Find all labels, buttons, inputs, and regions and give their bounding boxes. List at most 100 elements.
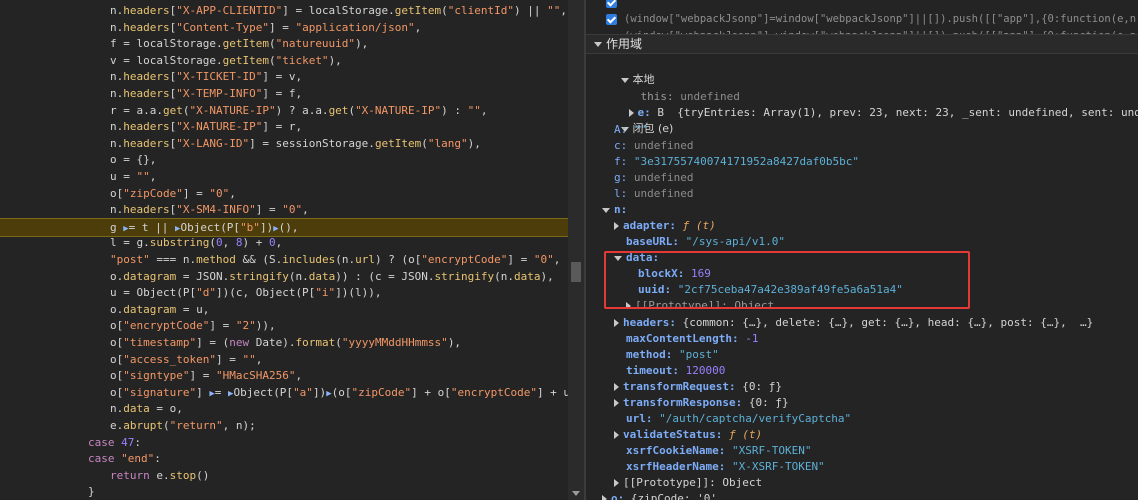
code-line[interactable]: o.datagram = u, [0,301,568,318]
code-line[interactable]: n.headers["X-NATURE-IP"] = r, [0,118,568,135]
prop-validateStatus[interactable]: validateStatus: ƒ (t) [614,427,762,443]
prop-xsrfHeaderName: xsrfHeaderName: "X-XSRF-TOKEN" [626,460,825,473]
code-line[interactable]: o["zipCode"] = "0", [0,185,568,202]
expand-arrow-icon[interactable] [614,222,619,230]
code-text: v = localStorage.getItem("ticket"), [110,53,342,67]
scope-var-e[interactable]: e: B {tryEntries: Array(1), prev: 23, ne… [602,89,1138,119]
prop-maxContentLength: maxContentLength: -1 [626,332,759,345]
source-code-pane[interactable]: n.headers["X-APP-CLIENTID"] = localStora… [0,0,568,500]
code-line[interactable]: o["signtype"] = "HMacSHA256", [0,367,568,384]
breakpoint-checkbox[interactable] [606,0,617,8]
scope-var-l: l: undefined [614,187,694,200]
code-vertical-scrollbar[interactable] [568,0,584,500]
code-line[interactable]: o.datagram = JSON.stringify(n.data)) : (… [0,268,568,285]
code-line[interactable]: n.headers["Content-Type"] = "application… [0,19,568,36]
breakpoint-checkbox[interactable] [606,14,617,25]
code-line[interactable]: return e.stop() [0,467,568,484]
code-text: o.datagram = u, [110,302,210,316]
prop-method: method: "post" [626,348,719,361]
code-line[interactable]: n.headers["X-TEMP-INFO"] = f, [0,85,568,102]
code-line[interactable]: r = a.a.get("X-NATURE-IP") ? a.a.get("X-… [0,102,568,119]
code-text: o.datagram = JSON.stringify(n.data)) : (… [110,269,554,283]
code-text: o["signtype"] = "HMacSHA256", [110,369,303,383]
code-text: f = localStorage.getItem("natureuuid"), [110,37,369,51]
code-line[interactable]: n.headers["X-APP-CLIENTID"] = localStora… [0,2,568,19]
code-line[interactable]: o["access_token"] = "", [0,351,568,368]
code-line[interactable]: } [0,483,568,500]
prop-headers[interactable]: headers: {common: {…}, delete: {…}, get:… [614,315,1093,331]
expand-arrow-icon[interactable] [614,319,619,327]
code-text: n.headers["X-NATURE-IP"] = r, [110,120,303,134]
code-line[interactable]: o = {}, [0,151,568,168]
scrollbar-thumb[interactable] [571,262,581,282]
scope-var-o[interactable]: o: {zipCode: '0', [602,491,724,500]
code-line[interactable]: case 47: [0,434,568,451]
annotation-highlight-box [604,251,970,309]
code-line[interactable]: n.headers["X-TICKET-ID"] = v, [0,68,568,85]
code-text: o["access_token"] = "", [110,352,263,366]
scope-local-header[interactable]: 本地 [594,56,655,86]
code-line[interactable]: case "end": [0,450,568,467]
code-text: n.headers["X-TEMP-INFO"] = f, [110,87,303,100]
prop-transformResponse[interactable]: transformResponse: {0: ƒ} [614,395,789,411]
code-line[interactable]: u = "", [0,168,568,185]
code-text: l = g.substring(0, 8) + 0, [110,236,283,250]
code-line[interactable]: o["encryptCode"] = "2")), [0,317,568,334]
scope-var-A: A: "" [614,123,648,136]
code-line[interactable]: n.headers["X-LANG-ID"] = sessionStorage.… [0,135,568,152]
expand-arrow-icon[interactable] [614,431,619,439]
scope-var-g: g: undefined [614,171,694,184]
prop-transformRequest[interactable]: transformRequest: {0: ƒ} [614,379,782,395]
expand-arrow-icon[interactable] [614,399,619,407]
scope-title: 作用域 [606,37,643,51]
scope-var-this: this: undefined [640,90,740,103]
code-text: n.headers["Content-Type"] = "application… [110,20,422,34]
code-text: o["zipCode"] = "0", [110,186,236,200]
prop-url: url: "/auth/captcha/verifyCaptcha" [626,412,852,425]
code-text: n.headers["X-APP-CLIENTID"] = localStora… [110,4,568,17]
code-text: u = "", [110,170,157,183]
breakpoint-row[interactable]: (window["webpackJsonp"]=window["webpackJ… [586,11,1138,42]
expand-arrow-icon[interactable] [602,495,607,500]
expand-arrow-icon[interactable] [614,383,619,391]
code-line[interactable]: o["timestamp"] = (new Date).format("yyyy… [0,334,568,351]
scroll-down-arrow-icon[interactable] [572,491,580,496]
prop-baseURL: baseURL: "/sys-api/v1.0" [626,235,785,248]
code-text: return e.stop() [110,468,210,482]
prop-n-prototype[interactable]: [[Prototype]]: Object [614,475,762,491]
code-text: o = {}, [110,153,157,167]
scope-closure-header[interactable]: 闭包 (e) [594,105,673,135]
code-line[interactable]: n.headers["X-SM4-INFO"] = "0", [0,201,568,218]
code-line[interactable]: n.data = o, [0,400,568,417]
prop-adapter[interactable]: adapter: ƒ (t) [614,218,716,234]
scope-var-f: f: "3e31755740074171952a8427daf0b5bc" [614,155,860,168]
prop-timeout: timeout: 120000 [626,364,726,377]
scope-var-c: c: undefined [614,139,694,152]
code-text: n.headers["X-TICKET-ID"] = v, [110,70,303,84]
code-line[interactable]: f = localStorage.getItem("natureuuid"), [0,35,568,52]
code-text: n.headers["X-LANG-ID"] = sessionStorage.… [110,136,481,150]
code-text: case "end": [88,452,161,466]
code-text: u = Object(P["d"])(c, Object(P["i"])(l))… [110,286,382,300]
expand-arrow-icon[interactable] [602,207,610,213]
code-line[interactable]: o["signature"] ▶= ▶Object(P["a"])▶(o["zi… [0,384,568,401]
code-text: n.data = o, [110,402,183,416]
code-line[interactable]: u = Object(P["d"])(c, Object(P["i"])(l))… [0,284,568,301]
code-line[interactable]: v = localStorage.getItem("ticket"), [0,52,568,69]
prop-xsrfCookieName: xsrfCookieName: "XSRF-TOKEN" [626,444,812,457]
code-text: o["timestamp"] = (new Date).format("yyyy… [110,336,462,349]
scope-section-header[interactable]: 作用域 [586,34,1138,54]
scope-var-n[interactable]: n: [602,202,627,218]
code-text: n.headers["X-SM4-INFO"] = "0", [110,203,309,217]
code-line[interactable]: "post" === n.method && (S.includes(n.url… [0,251,568,268]
code-line[interactable]: e.abrupt("return", n); [0,417,568,434]
scope-pane: (window["webpackJsonp"]=window["webpackJ… [586,0,1138,500]
expand-arrow-icon[interactable] [594,42,602,47]
breakpoint-row[interactable]: (window["webpackJsonp"]=window["webpackJ… [586,0,1138,25]
code-text: } [88,485,95,499]
code-line[interactable]: l = g.substring(0, 8) + 0, [0,234,568,251]
code-text: "post" === n.method && (S.includes(n.url… [110,253,561,266]
expand-arrow-icon[interactable] [614,479,619,487]
code-text: case 47: [88,435,141,449]
code-text: e.abrupt("return", n); [110,419,256,432]
